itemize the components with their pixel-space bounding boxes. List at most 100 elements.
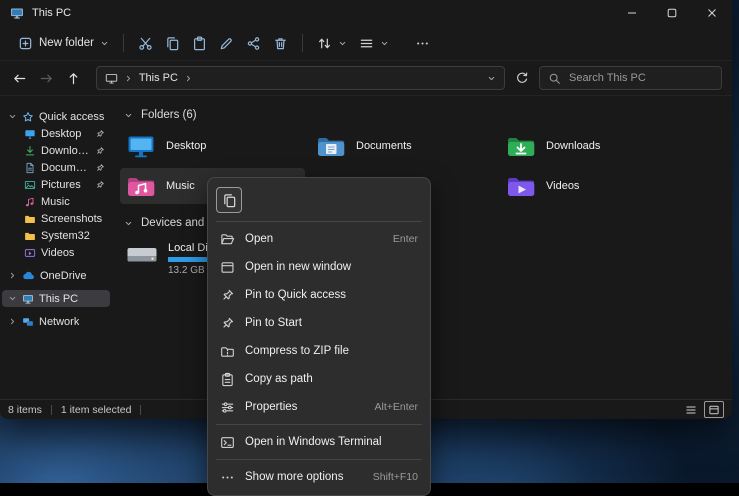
sidebar-item-label: Videos: [41, 247, 74, 259]
folder-tile-desktop[interactable]: Desktop: [120, 128, 305, 164]
sidebar-item-label: Documents: [41, 162, 90, 174]
sidebar-item-system32[interactable]: System32: [2, 227, 110, 244]
copy-button[interactable]: [216, 187, 242, 213]
refresh-icon: [515, 71, 529, 85]
cut-button[interactable]: [132, 31, 159, 56]
sidebar-item-videos[interactable]: Videos: [2, 244, 110, 261]
more-button[interactable]: [409, 31, 436, 56]
copy-path-icon: [220, 372, 235, 387]
menu-item-label: Open in new window: [245, 261, 351, 273]
cut-icon: [138, 36, 153, 51]
breadcrumb-item[interactable]: This PC: [139, 72, 178, 84]
sidebar-item-label: Pictures: [41, 179, 81, 191]
menu-item-compress-zip[interactable]: Compress to ZIP file: [212, 337, 426, 365]
folder-icon: [24, 230, 36, 242]
pin-icon: [95, 180, 105, 190]
sidebar-item-pictures[interactable]: Pictures: [2, 176, 110, 193]
refresh-button[interactable]: [510, 66, 534, 90]
close-button[interactable]: [692, 0, 732, 26]
menu-item-show-more-options[interactable]: Show more options Shift+F10: [212, 463, 426, 491]
search-box[interactable]: [539, 66, 722, 90]
address-bar: This PC: [0, 61, 732, 96]
menu-item-copy-as-path[interactable]: Copy as path: [212, 365, 426, 393]
sort-button[interactable]: [311, 31, 353, 56]
chevron-right-icon[interactable]: [8, 317, 17, 326]
sidebar-item-onedrive[interactable]: OneDrive: [2, 267, 110, 284]
breadcrumb[interactable]: This PC: [96, 66, 506, 90]
maximize-button[interactable]: [652, 0, 692, 26]
menu-item-open-windows-terminal[interactable]: Open in Windows Terminal: [212, 428, 426, 456]
chevron-down-icon[interactable]: [8, 294, 17, 303]
details-view-button[interactable]: [682, 402, 700, 417]
copy-icon: [165, 36, 180, 51]
more-icon: [415, 36, 430, 51]
menu-item-pin-start[interactable]: Pin to Start: [212, 309, 426, 337]
pictures-icon: [24, 179, 36, 191]
menu-item-label: Properties: [245, 401, 297, 413]
sidebar-item-downloads[interactable]: Downloads: [2, 142, 110, 159]
folder-tile-downloads[interactable]: Downloads: [500, 128, 685, 164]
music-folder-icon: [126, 173, 156, 199]
paste-button[interactable]: [186, 31, 213, 56]
chevron-down-icon[interactable]: [124, 111, 133, 120]
chevron-down-icon[interactable]: [8, 112, 17, 121]
sidebar-item-label: This PC: [39, 293, 78, 305]
forward-button[interactable]: [35, 66, 59, 90]
new-window-icon: [220, 260, 235, 275]
up-button[interactable]: [61, 66, 85, 90]
share-button[interactable]: [240, 31, 267, 56]
sidebar-item-this-pc[interactable]: This PC: [2, 290, 110, 307]
thumbnail-view-button[interactable]: [704, 401, 724, 418]
pin-icon: [220, 316, 235, 331]
this-pc-icon: [105, 72, 118, 85]
status-divider: [51, 405, 52, 415]
copy-button[interactable]: [159, 31, 186, 56]
sidebar-item-screenshots[interactable]: Screenshots: [2, 210, 110, 227]
forward-icon: [39, 71, 54, 86]
chevron-down-icon[interactable]: [124, 219, 133, 228]
chevron-right-icon: [124, 74, 133, 83]
sidebar-item-quick-access[interactable]: Quick access: [2, 108, 110, 125]
item-count: 8 items: [8, 404, 42, 416]
folder-tile-videos[interactable]: Videos: [500, 168, 685, 204]
view-button[interactable]: [353, 31, 395, 56]
search-input[interactable]: [567, 71, 713, 85]
back-button[interactable]: [8, 66, 32, 90]
chevron-down-icon[interactable]: [487, 74, 496, 83]
hard-drive-icon: [126, 242, 158, 268]
menu-item-open[interactable]: Open Enter: [212, 225, 426, 253]
folder-icon: [24, 213, 36, 225]
sidebar-item-documents[interactable]: Documents: [2, 159, 110, 176]
menu-item-open-new-window[interactable]: Open in new window: [212, 253, 426, 281]
folders-section-header[interactable]: Folders (6): [120, 106, 732, 124]
menu-item-shortcut: Alt+Enter: [375, 401, 418, 413]
view-icon: [359, 36, 374, 51]
sidebar-item-network[interactable]: Network: [2, 313, 110, 330]
new-folder-label: New folder: [39, 37, 94, 49]
new-folder-button[interactable]: New folder: [12, 31, 115, 56]
chevron-right-icon[interactable]: [8, 271, 17, 280]
rename-button[interactable]: [213, 31, 240, 56]
minimize-button[interactable]: [612, 0, 652, 26]
folder-tile-documents[interactable]: Documents: [310, 128, 495, 164]
delete-button[interactable]: [267, 31, 294, 56]
downloads-icon: [24, 145, 36, 157]
menu-item-label: Pin to Quick access: [245, 289, 346, 301]
desktop-icon: [24, 128, 36, 140]
toolbar-separator: [302, 34, 303, 52]
sidebar-item-music[interactable]: Music: [2, 193, 110, 210]
search-icon: [548, 72, 561, 85]
status-divider: [140, 405, 141, 415]
sidebar-item-label: Music: [41, 196, 70, 208]
pin-icon: [95, 129, 105, 139]
thumbnail-view-icon: [708, 404, 720, 416]
menu-item-label: Compress to ZIP file: [245, 345, 349, 357]
sidebar-item-desktop[interactable]: Desktop: [2, 125, 110, 142]
folders-header-label: Folders (6): [141, 109, 197, 121]
menu-item-properties[interactable]: Properties Alt+Enter: [212, 393, 426, 421]
videos-icon: [24, 247, 36, 259]
properties-icon: [220, 400, 235, 415]
sidebar-item-label: OneDrive: [40, 270, 86, 282]
menu-item-pin-quick-access[interactable]: Pin to Quick access: [212, 281, 426, 309]
music-icon: [24, 196, 36, 208]
